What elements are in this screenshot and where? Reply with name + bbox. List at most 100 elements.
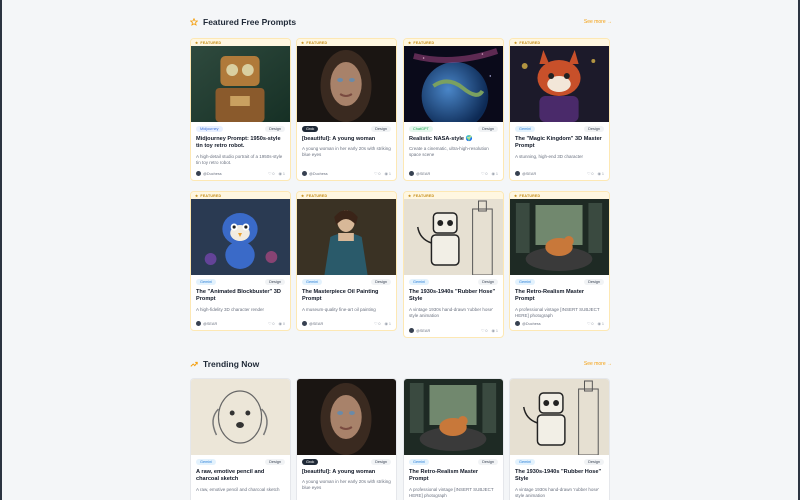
prompt-card[interactable]: Gemini Design The Retro-Realism Master Pr… <box>403 378 504 500</box>
prompt-card[interactable]: ★ FEATURED Gemini Design The "Magic Kingdo… <box>509 38 610 181</box>
card-description: A young woman in her early 20s with stri… <box>302 146 391 158</box>
author[interactable]: @SEAR <box>409 328 430 333</box>
category-tag[interactable]: Design <box>265 279 285 285</box>
trending-title-text: Trending Now <box>203 359 260 369</box>
model-tag[interactable]: Gemini <box>302 279 323 285</box>
model-tag[interactable]: Grok <box>302 126 319 132</box>
card-description: A high-fidelity 3D character render <box>196 306 265 312</box>
views-count: ◉ 1 <box>384 171 391 177</box>
model-tag[interactable]: Gemini <box>196 459 217 465</box>
featured-badge: ★ FEATURED <box>510 192 609 199</box>
card-image-red-panda <box>510 46 609 122</box>
eye-icon: ◉ <box>597 322 601 326</box>
author[interactable]: @SEAR <box>196 321 217 326</box>
card-image-woman <box>297 379 396 455</box>
window-frame-left <box>0 0 2 500</box>
card-title[interactable]: The Masterpiece Oil Painting Prompt <box>302 289 391 304</box>
heart-icon: ♡ <box>374 172 378 176</box>
model-tag[interactable]: Gemini <box>196 279 217 285</box>
prompt-card[interactable]: Gemini Design The 1930s-1940s "Rubber Hos… <box>509 378 610 500</box>
card-description: A raw, emotive pencil and charcoal sketc… <box>196 486 280 492</box>
featured-badge: ★ FEATURED <box>404 39 503 46</box>
model-tag[interactable]: Midjourney <box>196 126 223 132</box>
model-tag[interactable]: Gemini <box>515 279 536 285</box>
card-image-robot <box>191 46 290 122</box>
likes-count[interactable]: ♡ 0 <box>374 171 381 177</box>
likes-count[interactable]: ♡ 0 <box>481 171 488 177</box>
model-tag[interactable]: Gemini <box>515 126 536 132</box>
likes-count[interactable]: ♡ 0 <box>481 328 488 334</box>
card-image-dog-sketch <box>191 379 290 455</box>
card-image-oil-painting <box>297 199 396 275</box>
card-image-3d-bird <box>191 199 290 275</box>
prompt-card[interactable]: Grok Design [beautiful]: A young woman A … <box>296 378 397 500</box>
category-tag[interactable]: Design <box>371 126 391 132</box>
prompt-card[interactable]: ★ FEATURED Gemini Design The Retro-Realism… <box>509 191 610 331</box>
avatar <box>302 321 307 326</box>
card-description: Create a cinematic, ultra-high-resolutio… <box>409 146 489 158</box>
category-tag[interactable]: Design <box>584 459 604 465</box>
likes-count[interactable]: ♡ 0 <box>374 321 381 327</box>
prompt-card[interactable]: ★ FEATURED Midjourney Design Midjourney Pr… <box>190 38 291 181</box>
author[interactable]: @SEAR <box>409 171 430 176</box>
trending-see-more-link[interactable]: See more → <box>584 361 612 367</box>
views-count: ◉ 1 <box>384 321 391 327</box>
card-title[interactable]: The Retro-Realism Master Prompt <box>409 469 498 484</box>
featured-badge: ★ FEATURED <box>404 192 503 199</box>
card-description: A high-detail studio portrait of a 1950s… <box>196 153 283 165</box>
views-count: ◉ 1 <box>597 321 604 327</box>
star-icon: ★ <box>408 193 412 198</box>
star-icon: ★ <box>195 193 199 198</box>
trending-section-header: Trending Now See more → <box>190 357 612 371</box>
card-title[interactable]: The 1930s-1940s "Rubber Hose" Style <box>515 469 604 484</box>
category-tag[interactable]: Design <box>584 126 604 132</box>
category-tag[interactable]: Design <box>478 126 498 132</box>
category-tag[interactable]: Design <box>371 459 391 465</box>
heart-icon: ♡ <box>268 172 272 176</box>
model-tag[interactable]: Gemini <box>409 459 430 465</box>
card-title[interactable]: The Retro-Realism Master Prompt <box>515 289 604 304</box>
prompt-card[interactable]: ★ FEATURED Grok Design [beautiful]: A youn… <box>296 38 397 181</box>
card-title[interactable]: Realistic NASA-style 🌍 <box>409 136 498 143</box>
author[interactable]: @Duchess <box>302 171 328 176</box>
star-icon: ★ <box>301 193 305 198</box>
card-title[interactable]: The "Animated Blockbuster" 3D Prompt <box>196 289 285 304</box>
category-tag[interactable]: Design <box>478 459 498 465</box>
category-tag[interactable]: Design <box>265 459 285 465</box>
card-title[interactable]: Midjourney Prompt: 1950s-style tin toy r… <box>196 136 285 151</box>
likes-count[interactable]: ♡ 0 <box>587 321 594 327</box>
category-tag[interactable]: Design <box>584 279 604 285</box>
author[interactable]: @Duchess <box>196 171 222 176</box>
heart-icon: ♡ <box>374 322 378 326</box>
star-icon: ★ <box>408 40 412 45</box>
category-tag[interactable]: Design <box>265 126 285 132</box>
prompt-card[interactable]: ★ FEATURED Gemini Design The "Animated Blo… <box>190 191 291 331</box>
card-title[interactable]: The "Magic Kingdom" 3D Master Prompt <box>515 136 604 151</box>
card-image-earth <box>404 46 503 122</box>
prompt-card[interactable]: ★ FEATURED Gemini Design The 1930s-1940s "… <box>403 191 504 338</box>
model-tag[interactable]: Gemini <box>409 279 430 285</box>
featured-see-more-link[interactable]: See more → <box>584 19 612 25</box>
author[interactable]: @SEAR <box>302 321 323 326</box>
card-description: A vintage 1930s hand-drawn 'rubber hose'… <box>515 486 600 498</box>
featured-section-title: Featured Free Prompts <box>190 17 296 27</box>
category-tag[interactable]: Design <box>478 279 498 285</box>
model-tag[interactable]: Grok <box>302 459 319 465</box>
prompt-card[interactable]: ★ FEATURED ChatGPT Design Realistic NASA-s… <box>403 38 504 181</box>
prompt-card[interactable]: Gemini Design A raw, emotive pencil and c… <box>190 378 291 500</box>
author[interactable]: @SEAR <box>515 171 536 176</box>
star-icon: ★ <box>195 40 199 45</box>
star-icon: ★ <box>301 40 305 45</box>
prompt-card[interactable]: ★ FEATURED Gemini Design The Masterpiece O… <box>296 191 397 331</box>
model-tag[interactable]: ChatGPT <box>409 126 433 132</box>
likes-count[interactable]: ♡ 0 <box>268 321 275 327</box>
card-title[interactable]: A raw, emotive pencil and charcoal sketc… <box>196 469 285 484</box>
likes-count[interactable]: ♡ 0 <box>268 171 275 177</box>
likes-count[interactable]: ♡ 0 <box>587 171 594 177</box>
card-title[interactable]: [beautiful]: A young woman <box>302 136 391 143</box>
card-title[interactable]: The 1930s-1940s "Rubber Hose" Style <box>409 289 498 304</box>
author[interactable]: @Duchess <box>515 321 541 326</box>
category-tag[interactable]: Design <box>371 279 391 285</box>
card-title[interactable]: [beautiful]: A young woman <box>302 469 391 476</box>
model-tag[interactable]: Gemini <box>515 459 536 465</box>
